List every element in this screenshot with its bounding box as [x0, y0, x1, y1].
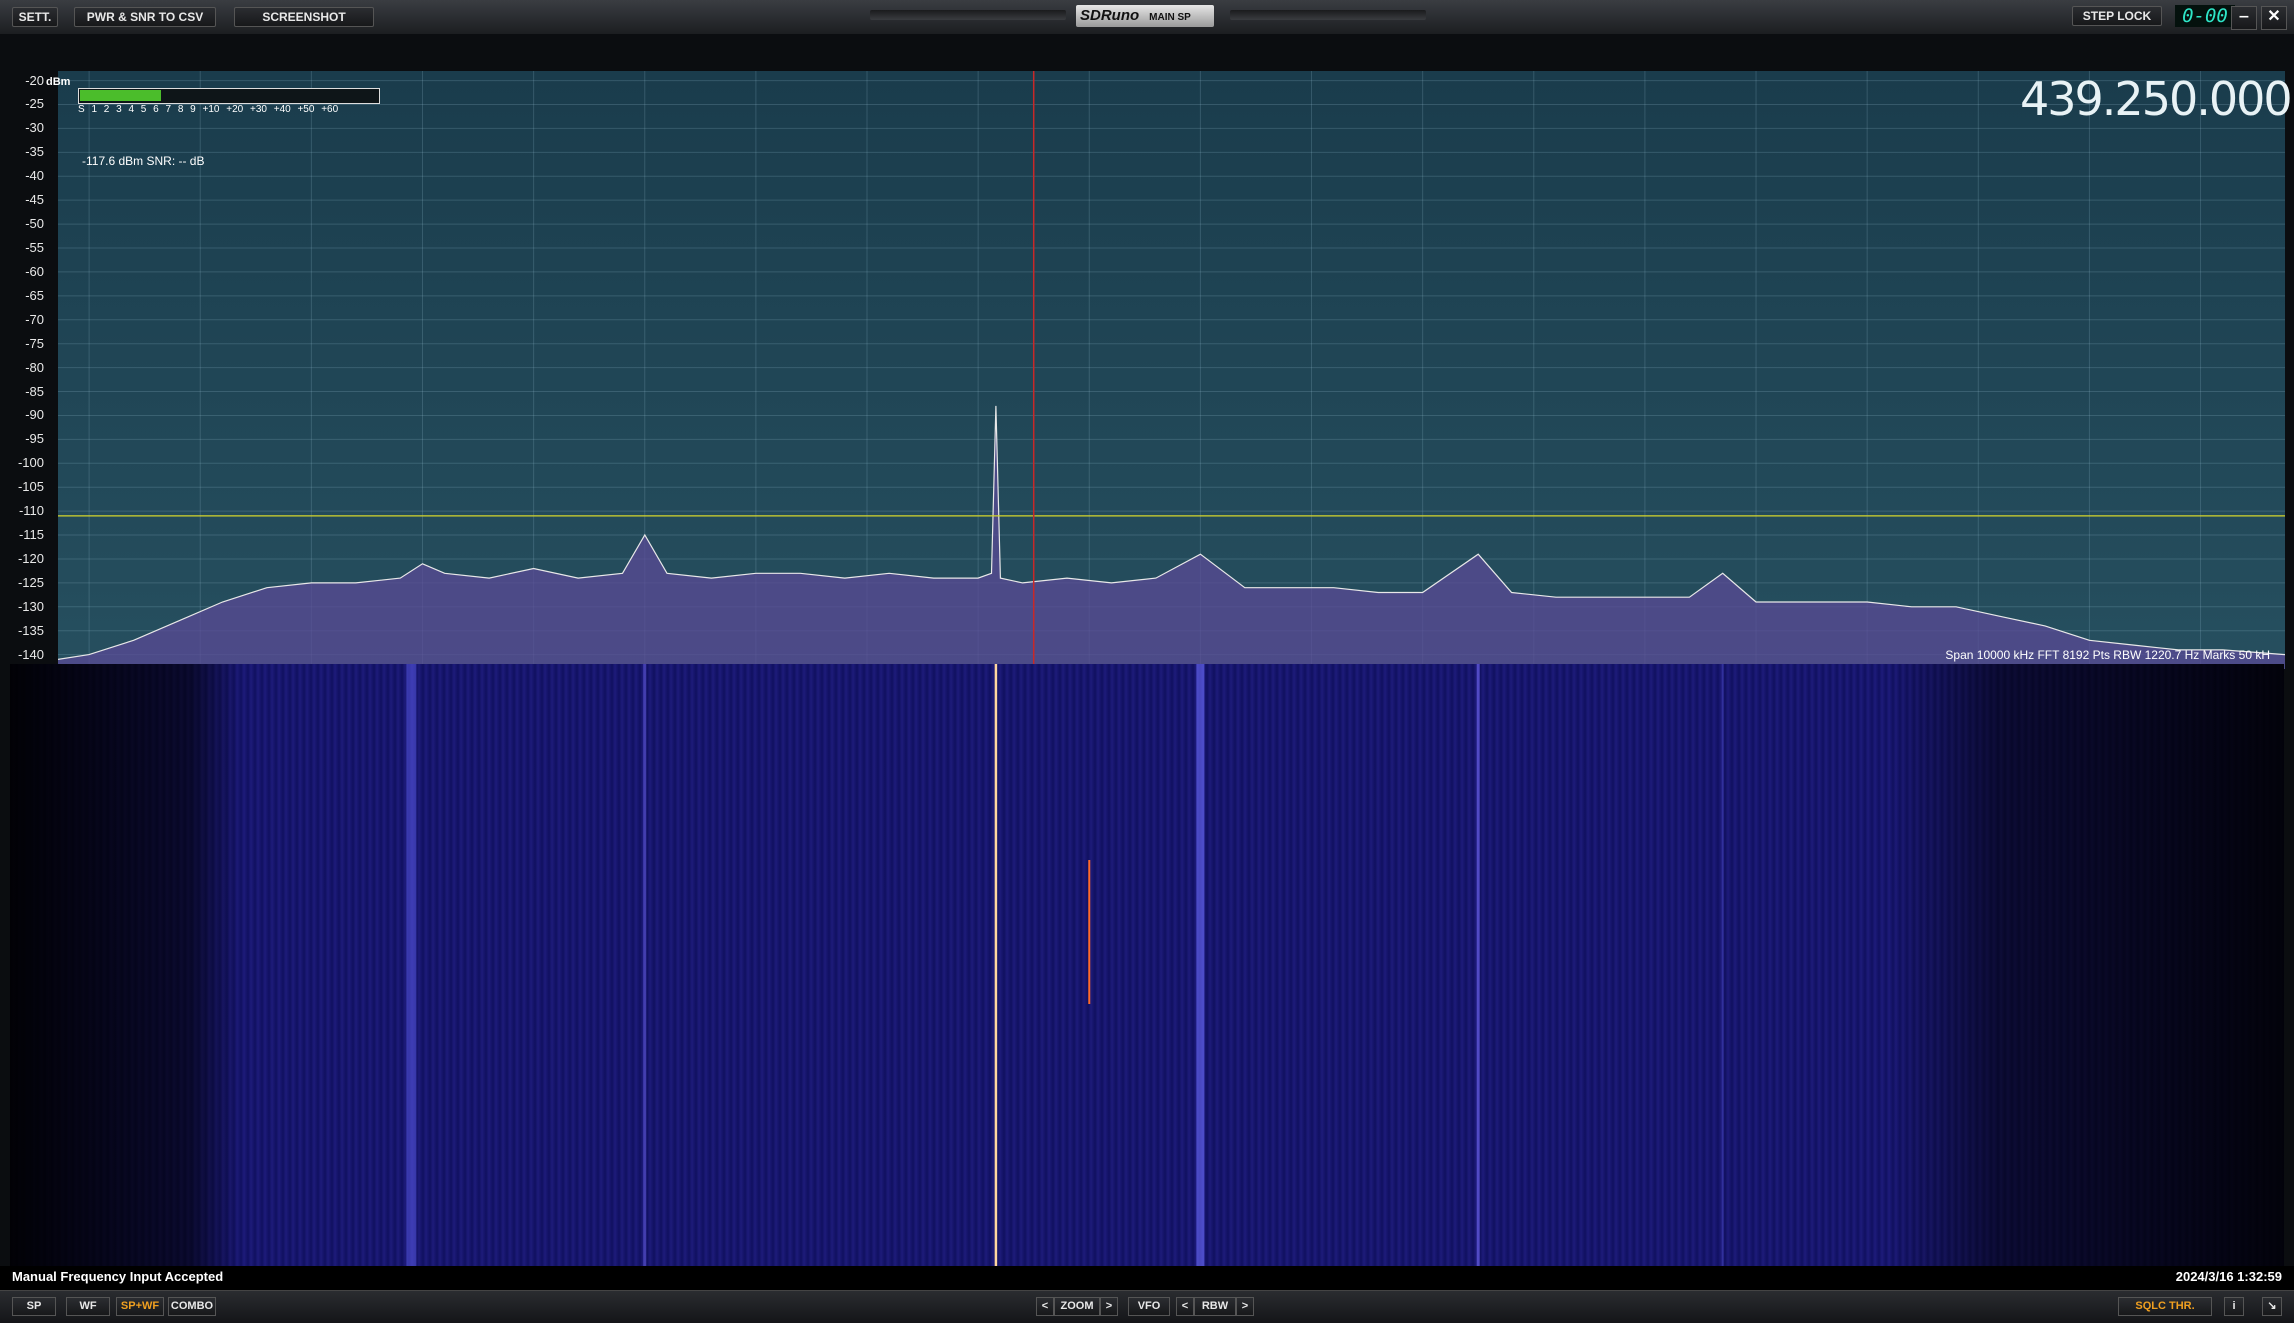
squelch-threshold-button[interactable]: SQLC THR.: [2118, 1297, 2212, 1316]
y-tick-label: -25: [25, 96, 44, 112]
title-bar: SETT. PWR & SNR TO CSV SCREENSHOT SDRuno…: [0, 0, 2294, 35]
zoom-in-button[interactable]: >: [1100, 1297, 1118, 1316]
y-tick-label: -140: [17, 646, 44, 662]
pwr-snr-csv-button[interactable]: PWR & SNR TO CSV: [74, 7, 216, 27]
wf-button[interactable]: WF: [66, 1297, 110, 1316]
rbw-label: RBW: [1194, 1297, 1236, 1316]
y-tick-label: -135: [17, 622, 44, 638]
spectrum-info: Span 10000 kHz FFT 8192 Pts RBW 1220.7 H…: [1945, 648, 2270, 662]
title-groove-left: [870, 10, 1066, 20]
y-tick-label: -100: [17, 455, 44, 471]
window-title: SDRuno MAIN SP: [1076, 5, 1214, 27]
y-tick-label: -95: [25, 431, 44, 447]
y-tick-label: -45: [25, 192, 44, 208]
y-tick-label: -120: [17, 550, 44, 566]
y-tick-label: -35: [25, 144, 44, 160]
rbw-down-button[interactable]: <: [1176, 1297, 1194, 1316]
y-tick-label: -105: [17, 479, 44, 495]
y-tick-label: -65: [25, 287, 44, 303]
y-tick-label: -50: [25, 216, 44, 232]
frequency-display[interactable]: 439.250.000: [2020, 72, 2293, 126]
status-message: Manual Frequency Input Accepted: [12, 1269, 224, 1284]
s-meter-scale: S 1 2 3 4 5 6 7 8 9 +10 +20 +30 +40 +50 …: [78, 104, 339, 115]
close-icon[interactable]: ✕: [2261, 6, 2287, 30]
y-tick-label: -30: [25, 120, 44, 136]
combo-button[interactable]: COMBO: [168, 1297, 216, 1316]
minimize-icon[interactable]: ‒: [2231, 6, 2257, 30]
screenshot-button[interactable]: SCREENSHOT: [234, 7, 374, 27]
settings-button[interactable]: SETT.: [12, 7, 58, 27]
spectrum-panel[interactable]: -20 -25 -30 -35 -40 -45 -50 -55 -60 -65 -70 -75 -80 -…: [0, 34, 2294, 692]
meter-unit-label: dBm: [46, 76, 71, 88]
y-tick-label: -80: [25, 359, 44, 375]
app-name: SDRuno: [1080, 7, 1140, 24]
y-tick-label: -75: [25, 335, 44, 351]
timestamp: 2024/3/16 1:32:59: [2175, 1269, 2282, 1284]
spectrum-area-fill: [58, 405, 2285, 669]
power-snr-readout: -117.6 dBm SNR: -- dB: [82, 154, 205, 168]
step-lock-button[interactable]: STEP LOCK: [2072, 6, 2162, 26]
y-tick-label: -60: [25, 263, 44, 279]
waterfall-display[interactable]: [10, 664, 2284, 1266]
sp-button[interactable]: SP: [12, 1297, 56, 1316]
waterfall-lines: [406, 664, 1724, 1266]
y-tick-label: -110: [18, 503, 44, 519]
vfo-button[interactable]: VFO: [1128, 1297, 1170, 1316]
spectrum-plot[interactable]: [58, 71, 2285, 669]
zoom-out-button[interactable]: <: [1036, 1297, 1054, 1316]
s-meter-fill: [80, 90, 161, 101]
y-tick-label: -85: [25, 383, 44, 399]
title-groove-right: [1230, 10, 1426, 20]
zoom-label: ZOOM: [1054, 1297, 1100, 1316]
y-tick-label: -40: [25, 168, 44, 184]
y-tick-label: -90: [25, 407, 44, 423]
y-tick-label: -55: [25, 240, 44, 255]
y-tick-label: -20: [25, 72, 44, 88]
window-name: MAIN SP: [1149, 12, 1191, 23]
spectrum-chart[interactable]: [58, 71, 2285, 669]
info-icon[interactable]: i: [2224, 1297, 2244, 1316]
resize-icon[interactable]: ↘: [2262, 1297, 2282, 1316]
y-tick-label: -115: [18, 527, 44, 543]
status-row: [0, 1266, 2294, 1290]
y-tick-label: -130: [17, 598, 44, 614]
rbw-up-button[interactable]: >: [1236, 1297, 1254, 1316]
led-readout: 0-00: [2175, 5, 2235, 27]
spwf-button[interactable]: SP+WF: [116, 1297, 164, 1316]
y-tick-label: -70: [25, 311, 44, 327]
y-tick-label: -125: [17, 574, 44, 590]
